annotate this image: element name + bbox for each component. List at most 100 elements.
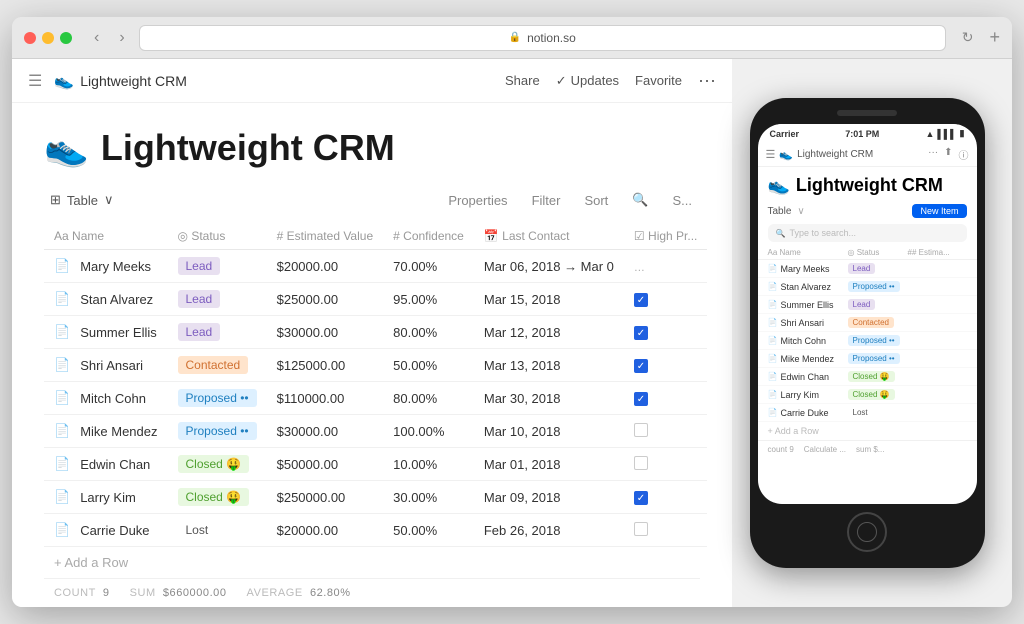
status-badge[interactable]: Proposed •• <box>178 389 257 407</box>
back-button[interactable]: ‹ <box>88 27 105 49</box>
status-badge[interactable]: Lost <box>178 521 217 539</box>
phone-home-button[interactable] <box>847 512 887 552</box>
cell-name: 📄 Mary Meeks <box>44 250 168 283</box>
phone-col-name: Aa Name <box>768 248 848 257</box>
status-badge[interactable]: Lead <box>178 257 221 275</box>
row-name-text: Mary Meeks <box>80 259 151 274</box>
table-row[interactable]: 📄 Mike Mendez Proposed •• $30000.00 100.… <box>44 415 707 448</box>
phone-table-row[interactable]: 📄 Mike Mendez Proposed •• <box>758 350 977 368</box>
checkbox-checked[interactable]: ✓ <box>634 359 648 373</box>
table-footer: COUNT 9 SUM $660000.00 AVERAGE 62.80% <box>44 578 700 607</box>
phone-add-row-button[interactable]: + Add a Row <box>758 422 977 440</box>
phone-table-row[interactable]: 📄 Edwin Chan Closed 🤑 <box>758 368 977 386</box>
notion-app: ☰ 👟 Lightweight CRM Share ✓ Updates Favo… <box>12 59 732 607</box>
phone-row-status: Contacted <box>848 317 908 328</box>
status-badge[interactable]: Contacted <box>178 356 249 374</box>
menu-icon[interactable]: ☰ <box>28 71 42 91</box>
phone-row-icon: 📄 <box>768 336 778 345</box>
checkbox-unchecked[interactable] <box>634 423 648 437</box>
traffic-lights <box>24 32 72 44</box>
row-doc-icon: 📄 <box>54 390 70 406</box>
phone-table-row[interactable]: 📄 Stan Alvarez Proposed •• <box>758 278 977 296</box>
checkbox-unchecked[interactable] <box>634 522 648 536</box>
count-label: COUNT 9 <box>54 587 110 599</box>
phone-share-icon[interactable]: ⬆ <box>944 147 952 162</box>
row-doc-icon: 📄 <box>54 258 70 274</box>
status-badge[interactable]: Proposed •• <box>178 422 257 440</box>
cell-contact: Mar 01, 2018 <box>474 448 624 481</box>
checkbox-checked[interactable]: ✓ <box>634 491 648 505</box>
reload-button[interactable]: ↻ <box>962 29 974 46</box>
phone-row-name: 📄 Larry Kim <box>768 390 848 400</box>
phone-dots-icon[interactable]: ··· <box>928 147 938 162</box>
phone-table-row[interactable]: 📄 Shri Ansari Contacted <box>758 314 977 332</box>
crm-table: Aa Name ◎ Status # Estimated Value # Con… <box>44 223 707 547</box>
checkbox-checked[interactable]: ✓ <box>634 392 648 406</box>
maximize-window-btn[interactable] <box>60 32 72 44</box>
cell-status: Proposed •• <box>168 382 267 415</box>
phone-new-item-button[interactable]: New Item <box>912 204 966 218</box>
add-row-button[interactable]: + Add a Row <box>44 547 700 578</box>
new-tab-button[interactable]: + <box>989 27 1000 48</box>
table-row[interactable]: 📄 Shri Ansari Contacted $125000.00 50.00… <box>44 349 707 382</box>
table-view-button[interactable]: ⊞ Table ∨ <box>44 189 120 211</box>
phone-table-row[interactable]: 📄 Larry Kim Closed 🤑 <box>758 386 977 404</box>
phone-status-badge: Closed 🤑 <box>848 371 895 382</box>
minimize-window-btn[interactable] <box>42 32 54 44</box>
close-window-btn[interactable] <box>24 32 36 44</box>
more-options-button[interactable]: ··· <box>698 70 716 91</box>
cell-contact: Mar 30, 2018 <box>474 382 624 415</box>
table-header-row: Aa Name ◎ Status # Estimated Value # Con… <box>44 223 707 250</box>
updates-button[interactable]: ✓ Updates <box>556 73 619 89</box>
table-row[interactable]: 📄 Larry Kim Closed 🤑 $250000.00 30.00% M… <box>44 481 707 514</box>
phone-hamburger-icon[interactable]: ☰ <box>766 148 776 161</box>
phone-status-badge: Proposed •• <box>848 353 900 364</box>
phone-table-row[interactable]: 📄 Summer Ellis Lead <box>758 296 977 314</box>
phone-row-icon: 📄 <box>768 390 778 399</box>
cell-confidence: 100.00% <box>383 415 474 448</box>
table-row[interactable]: 📄 Carrie Duke Lost $20000.00 50.00% Feb … <box>44 514 707 547</box>
checkbox-checked[interactable]: ✓ <box>634 293 648 307</box>
phone-outer: Carrier 7:01 PM ▲ ▌▌▌ ▮ ☰ 👟 Lightweight … <box>750 98 985 568</box>
checkbox-unchecked[interactable] <box>634 456 648 470</box>
cell-name: 📄 Stan Alvarez <box>44 283 168 316</box>
cell-confidence: 80.00% <box>383 316 474 349</box>
table-row[interactable]: 📄 Stan Alvarez Lead $25000.00 95.00% Mar… <box>44 283 707 316</box>
phone-row-name: 📄 Mary Meeks <box>768 264 848 274</box>
more-table-options[interactable]: S... <box>664 190 700 211</box>
cell-value: $20000.00 <box>267 250 384 283</box>
phone-search-bar[interactable]: 🔍 Type to search... <box>768 224 967 242</box>
phone-info-icon[interactable]: ⓘ <box>959 147 969 162</box>
search-icon[interactable]: 🔍 <box>624 189 656 211</box>
share-button[interactable]: Share <box>505 73 540 88</box>
favorite-button[interactable]: Favorite <box>635 73 682 88</box>
table-row[interactable]: 📄 Summer Ellis Lead $30000.00 80.00% Mar… <box>44 316 707 349</box>
table-row[interactable]: 📄 Edwin Chan Closed 🤑 $50000.00 10.00% M… <box>44 448 707 481</box>
cell-priority <box>624 415 707 448</box>
phone-table-bar: Table ∨ New Item <box>758 200 977 222</box>
status-badge[interactable]: Closed 🤑 <box>178 455 250 473</box>
phone-table-row[interactable]: 📄 Carrie Duke Lost <box>758 404 977 422</box>
cell-name: 📄 Edwin Chan <box>44 448 168 481</box>
phone-table-view[interactable]: Table <box>768 206 792 217</box>
cell-status: Proposed •• <box>168 415 267 448</box>
phone-table-row[interactable]: 📄 Mitch Cohn Proposed •• <box>758 332 977 350</box>
phone-row-icon: 📄 <box>768 300 778 309</box>
phone-row-icon: 📄 <box>768 408 778 417</box>
sort-button[interactable]: Sort <box>576 190 616 211</box>
status-badge[interactable]: Closed 🤑 <box>178 488 250 506</box>
phone-table-row[interactable]: 📄 Mary Meeks Lead <box>758 260 977 278</box>
phone-table-body: 📄 Mary Meeks Lead 📄 Stan Alvarez Propose… <box>758 260 977 422</box>
status-badge[interactable]: Lead <box>178 323 221 341</box>
checkbox-checked[interactable]: ✓ <box>634 326 648 340</box>
phone-row-status: Lost <box>848 407 908 418</box>
status-badge[interactable]: Lead <box>178 290 221 308</box>
properties-button[interactable]: Properties <box>440 190 515 211</box>
filter-button[interactable]: Filter <box>524 190 569 211</box>
forward-button[interactable]: › <box>113 27 130 49</box>
table-row[interactable]: 📄 Mary Meeks Lead $20000.00 70.00% Mar 0… <box>44 250 707 283</box>
table-row[interactable]: 📄 Mitch Cohn Proposed •• $110000.00 80.0… <box>44 382 707 415</box>
address-bar[interactable]: 🔒 notion.so <box>139 25 946 51</box>
row-doc-icon: 📄 <box>54 357 70 373</box>
phone-nav-actions: ··· ⬆ ⓘ <box>928 147 968 162</box>
